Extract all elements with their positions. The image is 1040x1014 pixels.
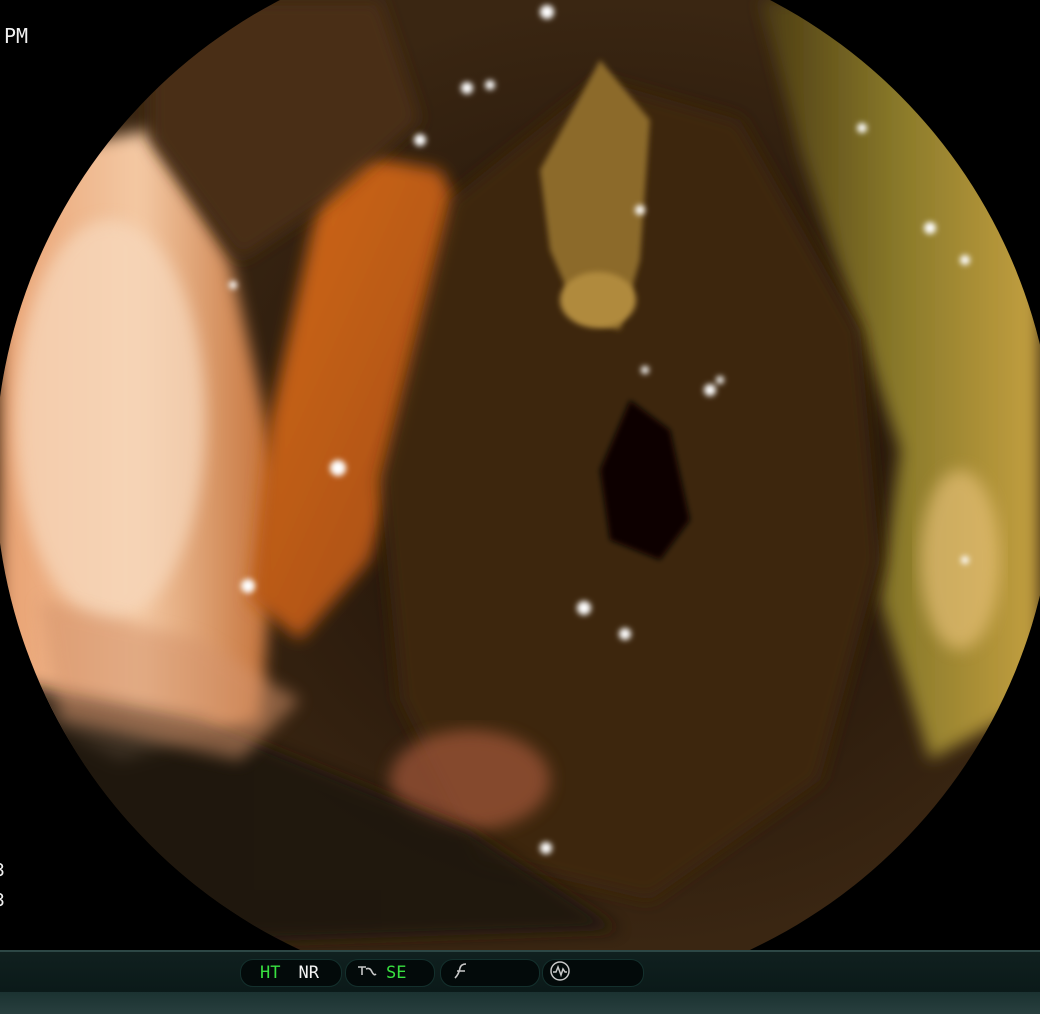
waveform-icon [549,960,571,987]
endoscope-screen: PM 3 3 HT NR SE [0,0,1040,1014]
mode-pill-wave [542,959,644,987]
mode-pill-se: SE [345,959,435,987]
endoscopic-image [0,0,1040,950]
mode-ht: HT [260,963,281,983]
mode-pill-color [440,959,540,987]
mode-se: SE [386,963,407,983]
status-bar: HT NR SE [0,950,1040,1014]
status-bar-lower-strip [0,992,1040,1014]
side-value-2: 3 [0,890,5,912]
mode-nr: NR [298,963,319,983]
structure-enhance-icon [356,963,378,984]
mode-pill-ht-nr: HT NR [240,959,342,987]
side-value-1: 3 [0,860,5,882]
color-mode-icon [451,962,471,985]
time-label: PM [4,24,29,48]
